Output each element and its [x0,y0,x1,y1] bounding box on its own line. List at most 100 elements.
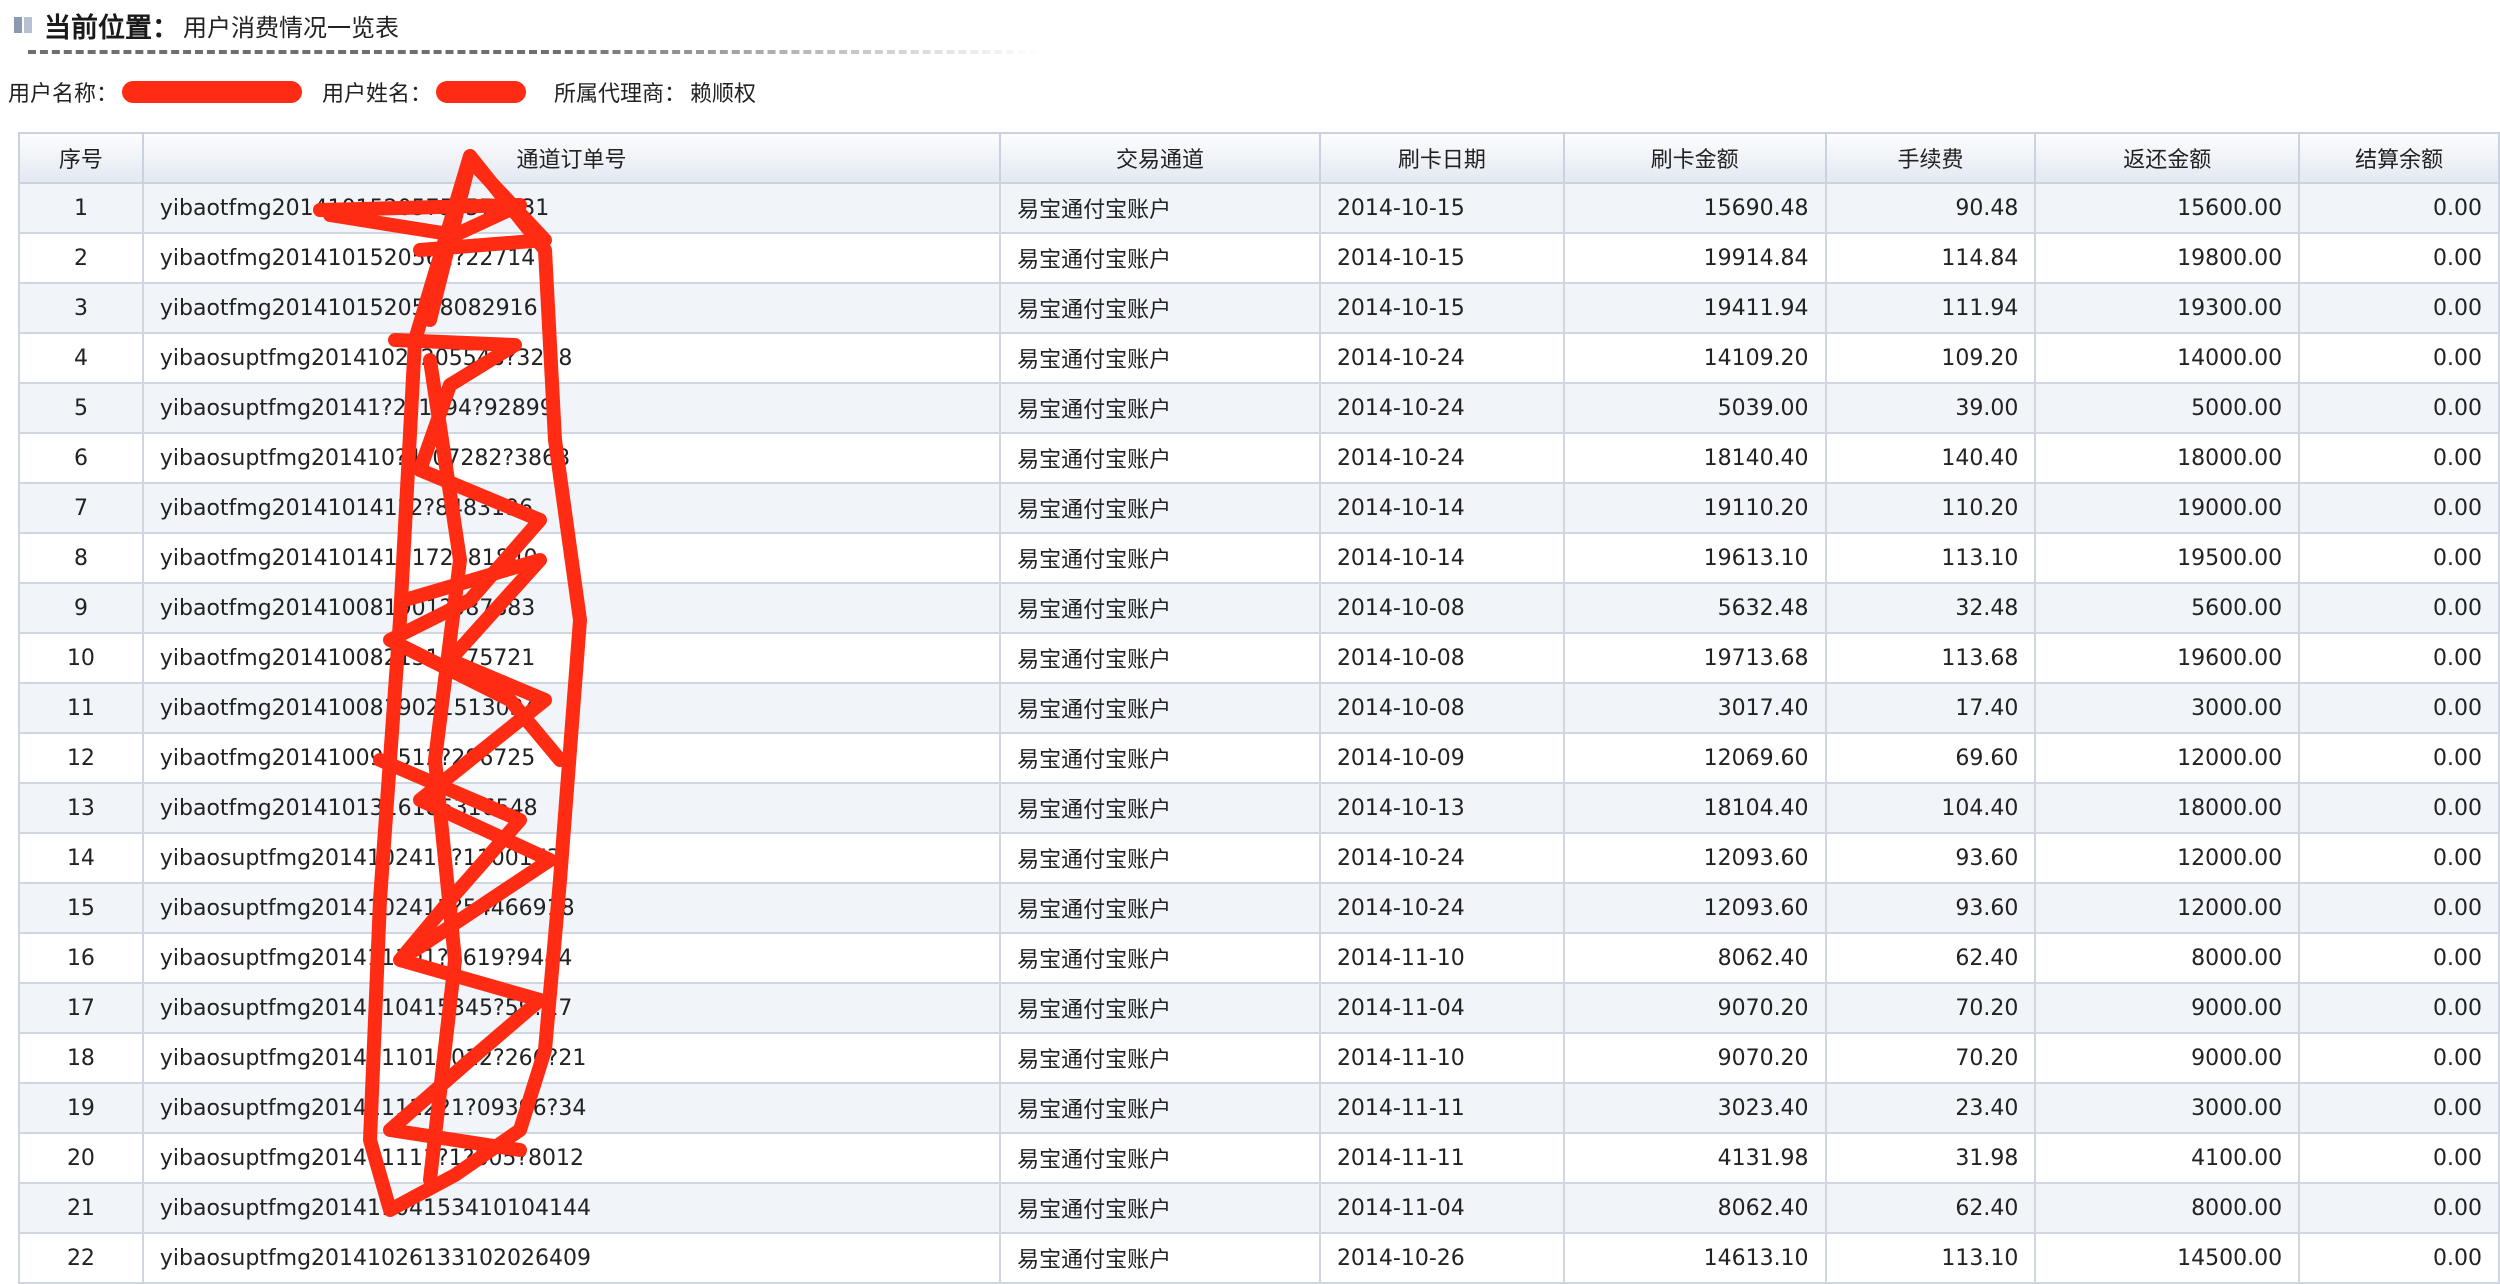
col-header-fee[interactable]: 手续费 [1824,132,2037,184]
cell-date: 2014-11-11 [1318,1082,1565,1134]
cell-channel: 易宝通付宝账户 [999,332,1321,384]
cell-balance: 0.00 [2298,682,2500,734]
cell-amount: 15690.48 [1562,182,1827,234]
cell-date: 2014-10-15 [1318,282,1565,334]
table-row[interactable]: 2 yibaotfmg2014101520562?22714 易宝通付宝账户 2014… [18,232,2500,284]
table-row[interactable]: 11 yibaotfmg2014100819021513034 易宝通付宝账户 201… [18,682,2500,734]
table-row[interactable]: 12 yibaotfmg201410092512?296725 易宝通付宝账户 201… [18,732,2500,784]
realname-label: 用户姓名： [322,82,433,107]
cell-refund: 19800.00 [2034,232,2301,284]
cell-date: 2014-10-24 [1318,432,1565,484]
cell-index: 8 [18,532,144,584]
cell-index: 1 [18,182,144,234]
col-header-refund[interactable]: 返还金额 [2034,132,2301,184]
table-row[interactable]: 3 yibaotfmg2014101520598082916 易宝通付宝账户 2014… [18,282,2500,334]
cell-channel: 易宝通付宝账户 [999,1132,1321,1184]
table-row[interactable]: 4 yibaosuptfmg2014102?205548?3248 易宝通付宝账户 2… [18,332,2500,384]
table-row[interactable]: 6 yibaosuptfmg201410?4?07282?3868 易宝通付宝账户 2… [18,432,2500,484]
cell-balance: 0.00 [2298,1232,2500,1284]
cell-index: 6 [18,432,144,484]
cell-index: 17 [18,982,144,1034]
cell-channel: 易宝通付宝账户 [999,582,1321,634]
cell-amount: 14613.10 [1562,1232,1827,1284]
cell-amount: 19613.10 [1562,532,1827,584]
col-header-balance[interactable]: 结算余额 [2298,132,2500,184]
cell-index: 4 [18,332,144,384]
cell-fee: 17.40 [1824,682,2037,734]
cell-balance: 0.00 [2298,232,2500,284]
cell-channel: 易宝通付宝账户 [999,432,1321,484]
table-row[interactable]: 1 yibaotfmg2014101520575?577831 易宝通付宝账户 201… [18,182,2500,234]
cell-order-no: yibaotfmg2014101520598082916 [141,282,1002,334]
table-row[interactable]: 19 yibaosuptfmg20141111221?09396?34 易宝通付宝账… [18,1082,2500,1134]
table-row[interactable]: 18 yibaosuptfmg2014111018012?266?21 易宝通付宝账… [18,1032,2500,1084]
cell-order-no: yibaosuptfmg2014110415345?59?17 [141,982,1002,1034]
table-row[interactable]: 5 yibaosuptfmg20141?2?1?94?92899 易宝通付宝账户 20… [18,382,2500,434]
cell-refund: 15600.00 [2034,182,2301,234]
cell-balance: 0.00 [2298,782,2500,834]
cell-refund: 3000.00 [2034,1082,2301,1134]
table-row[interactable]: 20 yibaosuptfmg201411111?1?805?8012 易宝通付宝账… [18,1132,2500,1184]
cell-date: 2014-10-26 [1318,1232,1565,1284]
cell-channel: 易宝通付宝账户 [999,982,1321,1034]
cell-amount: 12093.60 [1562,832,1827,884]
cell-amount: 8062.40 [1562,1182,1827,1234]
cell-amount: 5039.00 [1562,382,1827,434]
cell-refund: 4100.00 [2034,1132,2301,1184]
cell-index: 19 [18,1082,144,1134]
cell-channel: 易宝通付宝账户 [999,682,1321,734]
cell-date: 2014-11-04 [1318,1182,1565,1234]
cell-balance: 0.00 [2298,532,2500,584]
cell-fee: 114.84 [1824,232,2037,284]
cell-date: 2014-11-10 [1318,932,1565,984]
user-info-bar: 用户名称： 用户姓名： 所属代理商： 赖顺权 [8,72,756,112]
table-row[interactable]: 8 yibaotfmg2014101419172281840 易宝通付宝账户 2014… [18,532,2500,584]
col-header-date[interactable]: 刷卡日期 [1318,132,1565,184]
cell-fee: 113.10 [1824,532,2037,584]
cell-refund: 12000.00 [2034,882,2301,934]
table-row[interactable]: 14 yibaosuptfmg2014102411?1100173 易宝通付宝账户 2… [18,832,2500,884]
cell-index: 11 [18,682,144,734]
cell-refund: 5000.00 [2034,382,2301,434]
col-header-amount[interactable]: 刷卡金额 [1562,132,1827,184]
cell-channel: 易宝通付宝账户 [999,182,1321,234]
cell-channel: 易宝通付宝账户 [999,532,1321,584]
cell-refund: 14500.00 [2034,1232,2301,1284]
cell-fee: 62.40 [1824,932,2037,984]
cell-amount: 19411.94 [1562,282,1827,334]
cell-refund: 8000.00 [2034,1182,2301,1234]
col-header-channel[interactable]: 交易通道 [999,132,1321,184]
table-row[interactable]: 9 yibaotfmg201410081901?587883 易宝通付宝账户 2014… [18,582,2500,634]
table-row[interactable]: 16 yibaosuptfmg201411101?5619?9444 易宝通付宝账户… [18,932,2500,984]
cell-amount: 12069.60 [1562,732,1827,784]
cell-index: 3 [18,282,144,334]
cell-channel: 易宝通付宝账户 [999,782,1321,834]
cell-order-no: yibaosuptfmg2014102?205548?3248 [141,332,1002,384]
col-header-order-no[interactable]: 通道订单号 [141,132,1002,184]
table-row[interactable]: 21 yibaosuptfmg20141104153410104144 易宝通付宝账… [18,1182,2500,1234]
cell-refund: 9000.00 [2034,982,2301,1034]
cell-amount: 9070.20 [1562,1032,1827,1084]
cell-date: 2014-10-24 [1318,882,1565,934]
table-row[interactable]: 7 yibaotfmg201410141?2?8483196 易宝通付宝账户 2014… [18,482,2500,534]
cell-fee: 90.48 [1824,182,2037,234]
table-row[interactable]: 13 yibaotfmg2014101316185316548 易宝通付宝账户 201… [18,782,2500,834]
cell-order-no: yibaotfmg2014100821311?75721 [141,632,1002,684]
cell-refund: 14000.00 [2034,332,2301,384]
table-row[interactable]: 22 yibaosuptfmg20141026133102026409 易宝通付宝账… [18,1232,2500,1284]
table-row[interactable]: 10 yibaotfmg2014100821311?75721 易宝通付宝账户 201… [18,632,2500,684]
consumption-table: 序号 通道订单号 交易通道 刷卡日期 刷卡金额 手续费 返还金额 结算余额 1 y… [18,132,2500,1284]
table-row[interactable]: 15 yibaosuptfmg2014102411?54466918 易宝通付宝账户… [18,882,2500,934]
cell-fee: 70.20 [1824,1032,2037,1084]
breadcrumb-label: 当前位置： [44,12,179,44]
cell-channel: 易宝通付宝账户 [999,632,1321,684]
cell-index: 5 [18,382,144,434]
cell-order-no: yibaosuptfmg20141111221?09396?34 [141,1082,1002,1134]
cell-fee: 113.68 [1824,632,2037,684]
cell-index: 14 [18,832,144,884]
col-header-index[interactable]: 序号 [18,132,144,184]
table-row[interactable]: 17 yibaosuptfmg2014110415345?59?17 易宝通付宝账户… [18,982,2500,1034]
cell-refund: 12000.00 [2034,832,2301,884]
cell-channel: 易宝通付宝账户 [999,932,1321,984]
cell-index: 13 [18,782,144,834]
